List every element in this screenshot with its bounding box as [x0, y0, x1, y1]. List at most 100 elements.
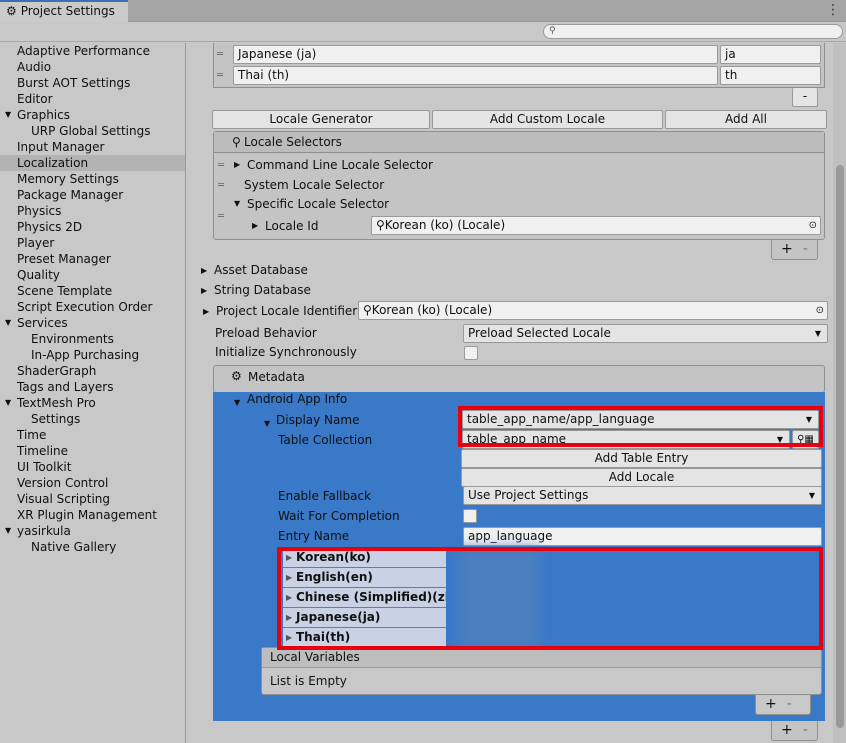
sidebar-item[interactable]: Adaptive Performance [0, 43, 185, 59]
remove-variable-button[interactable]: - [787, 696, 792, 712]
drag-handle-icon[interactable]: ═ [218, 211, 224, 222]
locale-id-field[interactable]: ⚲Korean (ko) (Locale) ⊙ [371, 216, 821, 235]
sidebar-item[interactable]: Package Manager [0, 187, 185, 203]
metadata-header: ⚙ Metadata [213, 365, 825, 393]
expand-arrow-icon[interactable]: ▶ [201, 283, 207, 299]
project-locale-field[interactable]: ⚲Korean (ko) (Locale) ⊙ [358, 301, 828, 320]
add-selector-button[interactable]: + [781, 241, 793, 257]
selector-item[interactable]: Command Line Locale Selector [247, 157, 433, 173]
add-locale-button[interactable]: Add Locale [461, 468, 822, 487]
sidebar-item[interactable]: Environments [0, 331, 185, 347]
expand-arrow-icon[interactable]: ▶ [252, 218, 258, 234]
sidebar-item[interactable]: Version Control [0, 475, 185, 491]
entry-name-field[interactable]: app_language [463, 527, 822, 546]
wait-for-completion-checkbox[interactable] [463, 509, 477, 523]
selectors-plus-minus: + - [771, 240, 818, 260]
sidebar-item[interactable]: ShaderGraph [0, 363, 185, 379]
collapse-arrow-icon[interactable]: ▼ [234, 395, 240, 411]
selector-item[interactable]: Specific Locale Selector [247, 196, 389, 212]
collapse-arrow-icon[interactable]: ▼ [264, 416, 270, 432]
add-variable-button[interactable]: + [765, 696, 777, 712]
sidebar-item[interactable]: Settings [0, 411, 185, 427]
string-database-foldout[interactable]: String Database [214, 282, 311, 298]
collapse-arrow-icon[interactable]: ▼ [5, 395, 11, 411]
scrollbar-thumb[interactable] [836, 165, 844, 728]
tab-project-settings[interactable]: ⚙ Project Settings [0, 0, 128, 22]
sidebar-item[interactable]: URP Global Settings [0, 123, 185, 139]
sidebar-item-label: Script Execution Order [17, 300, 153, 314]
sidebar-item[interactable]: Native Gallery [0, 539, 185, 555]
metadata-title: Metadata [248, 370, 305, 384]
sidebar-item-label: Editor [17, 92, 53, 106]
selector-item[interactable]: System Locale Selector [244, 177, 384, 193]
sidebar-item[interactable]: ▼ TextMesh Pro [0, 395, 185, 411]
sidebar-item[interactable]: Script Execution Order [0, 299, 185, 315]
expand-arrow-icon[interactable]: ▶ [201, 263, 207, 279]
sidebar-item[interactable]: Preset Manager [0, 251, 185, 267]
collapse-arrow-icon[interactable]: ▼ [5, 523, 11, 539]
sidebar-item-label: Tags and Layers [17, 380, 114, 394]
sidebar-item[interactable]: Physics [0, 203, 185, 219]
sidebar-item[interactable]: ▼ yasirkula [0, 523, 185, 539]
kebab-icon[interactable]: ⋮ [826, 2, 840, 18]
add-custom-locale-button[interactable]: Add Custom Locale [432, 110, 663, 129]
remove-locale-button[interactable]: - [792, 88, 818, 107]
drag-handle-icon[interactable]: ═ [217, 49, 223, 60]
sidebar-item-label: XR Plugin Management [17, 508, 157, 522]
collapse-arrow-icon[interactable]: ▼ [5, 315, 11, 331]
locale-name-field[interactable]: Japanese (ja) [233, 45, 718, 64]
sidebar-item-label: Scene Template [17, 284, 113, 298]
search-input[interactable]: ⚲ [543, 24, 843, 39]
sidebar-item[interactable]: ▼ Graphics [0, 107, 185, 123]
android-app-info-foldout[interactable]: Android App Info [247, 391, 347, 407]
enable-fallback-dropdown[interactable]: Use Project Settings ▼ [463, 486, 822, 505]
sidebar-item[interactable]: ▼ Services [0, 315, 185, 331]
remove-selector-button[interactable]: - [803, 241, 808, 257]
sidebar-item[interactable]: Input Manager [0, 139, 185, 155]
sidebar-item[interactable]: Timeline [0, 443, 185, 459]
add-table-entry-button[interactable]: Add Table Entry [461, 449, 822, 468]
expand-arrow-icon[interactable]: ▶ [234, 157, 240, 173]
sidebar-item-label: Graphics [17, 108, 70, 122]
sidebar-item[interactable]: Editor [0, 91, 185, 107]
preload-behavior-dropdown[interactable]: Preload Selected Locale ▼ [463, 324, 828, 343]
locale-selectors-header: ⚲ Locale Selectors [214, 132, 824, 153]
drag-handle-icon[interactable]: ═ [218, 180, 224, 191]
locale-code-field[interactable]: ja [720, 45, 821, 64]
init-sync-checkbox[interactable] [464, 346, 478, 360]
sidebar-item[interactable]: Localization [0, 155, 185, 171]
drag-handle-icon[interactable]: ═ [217, 70, 223, 81]
sidebar-item[interactable]: Audio [0, 59, 185, 75]
sidebar-item[interactable]: Tags and Layers [0, 379, 185, 395]
sidebar-item-label: TextMesh Pro [17, 396, 96, 410]
sidebar-item[interactable]: XR Plugin Management [0, 507, 185, 523]
sidebar-item[interactable]: Time [0, 427, 185, 443]
object-picker-icon[interactable]: ⊙ [809, 217, 817, 234]
sidebar-item[interactable]: Burst AOT Settings [0, 75, 185, 91]
sidebar-item[interactable]: In-App Purchasing [0, 347, 185, 363]
sidebar-item[interactable]: UI Toolkit [0, 459, 185, 475]
sidebar-item[interactable]: Memory Settings [0, 171, 185, 187]
project-locale-label: Project Locale Identifier [216, 304, 358, 318]
collapse-arrow-icon[interactable]: ▼ [5, 107, 11, 123]
drag-handle-icon[interactable]: ═ [218, 160, 224, 171]
local-variables-empty: List is Empty [270, 674, 347, 688]
sidebar-item[interactable]: Quality [0, 267, 185, 283]
sidebar-item[interactable]: Scene Template [0, 283, 185, 299]
sidebar-item[interactable]: Player [0, 235, 185, 251]
expand-arrow-icon[interactable]: ▶ [203, 304, 209, 320]
collapse-arrow-icon[interactable]: ▼ [234, 196, 240, 212]
local-variables-header: Local Variables [262, 648, 821, 668]
asset-database-foldout[interactable]: Asset Database [214, 262, 308, 278]
object-picker-icon[interactable]: ⊙ [816, 302, 824, 319]
locale-name-field[interactable]: Thai (th) [233, 66, 718, 85]
add-metadata-button[interactable]: + [781, 722, 793, 738]
remove-metadata-button[interactable]: - [803, 722, 808, 738]
title-bar: ⚙ Project Settings ⋮ [0, 0, 846, 22]
locale-code-field[interactable]: th [720, 66, 821, 85]
locale-generator-button[interactable]: Locale Generator [212, 110, 430, 129]
locale-id-value: Korean (ko) (Locale) [384, 218, 506, 232]
sidebar-item[interactable]: Visual Scripting [0, 491, 185, 507]
sidebar-item[interactable]: Physics 2D [0, 219, 185, 235]
add-all-button[interactable]: Add All [665, 110, 827, 129]
